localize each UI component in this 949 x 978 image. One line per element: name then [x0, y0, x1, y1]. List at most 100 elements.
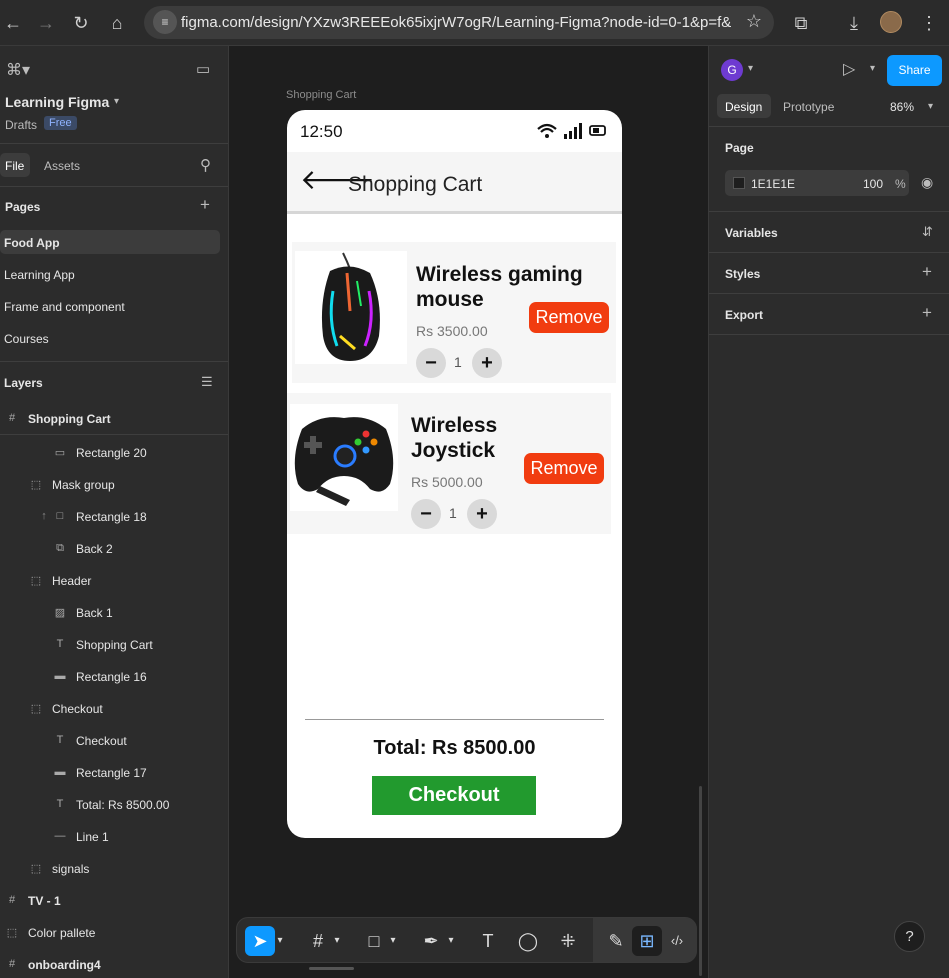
- zoom-level[interactable]: 86%: [890, 100, 914, 114]
- line-icon: —: [54, 830, 66, 842]
- layer-signals[interactable]: signals: [52, 862, 89, 876]
- chevron-down-icon[interactable]: ▾: [870, 63, 875, 74]
- layer-back-1[interactable]: Back 1: [76, 606, 113, 620]
- variables-icon[interactable]: ⇵: [922, 224, 933, 240]
- profile-avatar[interactable]: [880, 11, 902, 33]
- chevron-down-icon[interactable]: ▾: [273, 926, 287, 956]
- extensions-icon[interactable]: ⧉: [788, 10, 814, 36]
- layer-line-1[interactable]: Line 1: [76, 830, 109, 844]
- layer-header[interactable]: Header: [52, 574, 91, 588]
- back-arrow-icon[interactable]: ←: [0, 10, 26, 36]
- chevron-down-icon[interactable]: ▾: [114, 96, 119, 107]
- collapse-layers-icon[interactable]: ☰: [201, 374, 213, 390]
- color-swatch[interactable]: [733, 177, 745, 189]
- url-text[interactable]: figma.com/design/YXzw3REEEok65ixjrW7ogR/…: [181, 14, 731, 31]
- background-color-hex[interactable]: 1E1E1E: [751, 177, 795, 191]
- tab-prototype[interactable]: Prototype: [783, 100, 834, 114]
- product-price: Rs 5000.00: [411, 474, 483, 490]
- help-button[interactable]: ?: [894, 921, 925, 952]
- layer-rectangle-17[interactable]: Rectangle 17: [76, 766, 147, 780]
- add-page-icon[interactable]: +: [200, 195, 210, 215]
- chevron-down-icon[interactable]: ▾: [386, 926, 400, 956]
- search-icon[interactable]: ⚲: [200, 156, 211, 174]
- project-name[interactable]: Learning Figma: [5, 94, 109, 110]
- layer-back-2[interactable]: Back 2: [76, 542, 113, 556]
- checkout-button[interactable]: Checkout: [372, 776, 536, 815]
- styles-section[interactable]: Styles: [725, 267, 760, 281]
- layer-shopping-cart-frame[interactable]: Shopping Cart: [28, 412, 111, 426]
- horizontal-scrollbar[interactable]: [309, 967, 354, 970]
- add-style-icon[interactable]: +: [922, 262, 932, 282]
- product-price: Rs 3500.00: [416, 323, 488, 339]
- dev-mode-icon[interactable]: ‹/›: [662, 926, 692, 956]
- layer-onboarding4[interactable]: onboarding4: [28, 958, 101, 972]
- opacity-unit: %: [895, 177, 906, 191]
- text-tool-icon[interactable]: T: [473, 926, 503, 956]
- chevron-down-icon[interactable]: ▾: [928, 101, 933, 112]
- layer-rectangle-16[interactable]: Rectangle 16: [76, 670, 147, 684]
- layer-rectangle-20[interactable]: Rectangle 20: [76, 446, 147, 460]
- background-opacity[interactable]: 100: [863, 177, 883, 191]
- menu-dots-icon[interactable]: ⋮: [916, 10, 942, 36]
- pen-tool-icon[interactable]: ✒: [416, 926, 446, 956]
- layer-checkout-text[interactable]: Checkout: [76, 734, 127, 748]
- present-play-icon[interactable]: ▷: [843, 59, 855, 79]
- vertical-scrollbar[interactable]: [699, 786, 702, 976]
- chevron-down-icon[interactable]: ▾: [444, 926, 458, 956]
- tab-assets[interactable]: Assets: [44, 159, 80, 173]
- export-section[interactable]: Export: [725, 308, 763, 322]
- increase-quantity-button[interactable]: +: [467, 499, 497, 529]
- frame-label[interactable]: Shopping Cart: [286, 89, 356, 101]
- product-name-line1: Wireless gaming: [416, 263, 583, 286]
- page-item-food-app[interactable]: Food App: [4, 236, 60, 250]
- frame-icon: #: [8, 958, 16, 970]
- design-mode-icon[interactable]: ⊞: [632, 926, 662, 956]
- draw-mode-icon[interactable]: ✎: [601, 926, 631, 956]
- page-item-learning-app[interactable]: Learning App: [4, 268, 75, 282]
- layer-checkout-group[interactable]: Checkout: [52, 702, 103, 716]
- frame-tool-icon[interactable]: #: [303, 926, 333, 956]
- decrease-quantity-button[interactable]: −: [411, 499, 441, 529]
- layer-rectangle-18[interactable]: Rectangle 18: [76, 510, 147, 524]
- site-settings-icon[interactable]: ≡: [153, 10, 177, 34]
- cart-total: Total: Rs 8500.00: [373, 737, 536, 759]
- browser-bar: ← → ↻ ⌂ ≡ figma.com/design/YXzw3REEEok65…: [0, 0, 949, 46]
- increase-quantity-button[interactable]: +: [472, 348, 502, 378]
- decrease-quantity-button[interactable]: −: [416, 348, 446, 378]
- tab-file[interactable]: File: [5, 159, 24, 173]
- page-item-courses[interactable]: Courses: [4, 332, 49, 346]
- remove-button[interactable]: Remove: [524, 453, 604, 484]
- add-export-icon[interactable]: +: [922, 303, 932, 323]
- layer-shopping-cart-text[interactable]: Shopping Cart: [76, 638, 153, 652]
- quantity-value: 1: [454, 354, 462, 370]
- comment-tool-icon[interactable]: ◯: [513, 926, 543, 956]
- download-icon[interactable]: ⤓: [841, 10, 867, 36]
- user-avatar[interactable]: G: [721, 59, 743, 81]
- reload-icon[interactable]: ↻: [68, 10, 94, 36]
- home-icon[interactable]: ⌂: [104, 10, 130, 36]
- remove-button[interactable]: Remove: [529, 302, 609, 333]
- design-canvas[interactable]: Shopping Cart 12:50 🡐 Shopping Cart Wire…: [229, 46, 708, 978]
- figma-menu-icon[interactable]: ⌘▾: [6, 60, 30, 80]
- share-button[interactable]: Share: [887, 55, 942, 86]
- visibility-eye-icon[interactable]: ◉: [921, 174, 933, 191]
- panel-toggle-icon[interactable]: ▭: [196, 60, 210, 78]
- shopping-cart-frame[interactable]: 12:50 🡐 Shopping Cart Wireless gaming mo…: [287, 110, 622, 838]
- pages-title: Pages: [5, 200, 41, 214]
- forward-arrow-icon[interactable]: →: [33, 10, 59, 36]
- layer-mask-group[interactable]: Mask group: [52, 478, 115, 492]
- tab-design[interactable]: Design: [725, 100, 762, 114]
- layer-total-text[interactable]: Total: Rs 8500.00: [76, 798, 169, 812]
- layer-color-pallete[interactable]: Color pallete: [28, 926, 95, 940]
- variables-section[interactable]: Variables: [725, 226, 778, 240]
- address-bar[interactable]: ≡ figma.com/design/YXzw3REEEok65ixjrW7og…: [144, 6, 774, 39]
- layer-tv-1[interactable]: TV - 1: [28, 894, 61, 908]
- layers-title: Layers: [4, 376, 43, 390]
- bookmark-star-icon[interactable]: ☆: [746, 11, 762, 32]
- chevron-down-icon[interactable]: ▾: [748, 63, 753, 74]
- chevron-down-icon[interactable]: ▾: [330, 926, 344, 956]
- actions-tool-icon[interactable]: ⁜: [553, 926, 583, 956]
- rectangle-tool-icon[interactable]: □: [359, 926, 389, 956]
- page-item-frame-and-component[interactable]: Frame and component: [4, 300, 125, 314]
- move-tool-icon[interactable]: ➤: [245, 926, 275, 956]
